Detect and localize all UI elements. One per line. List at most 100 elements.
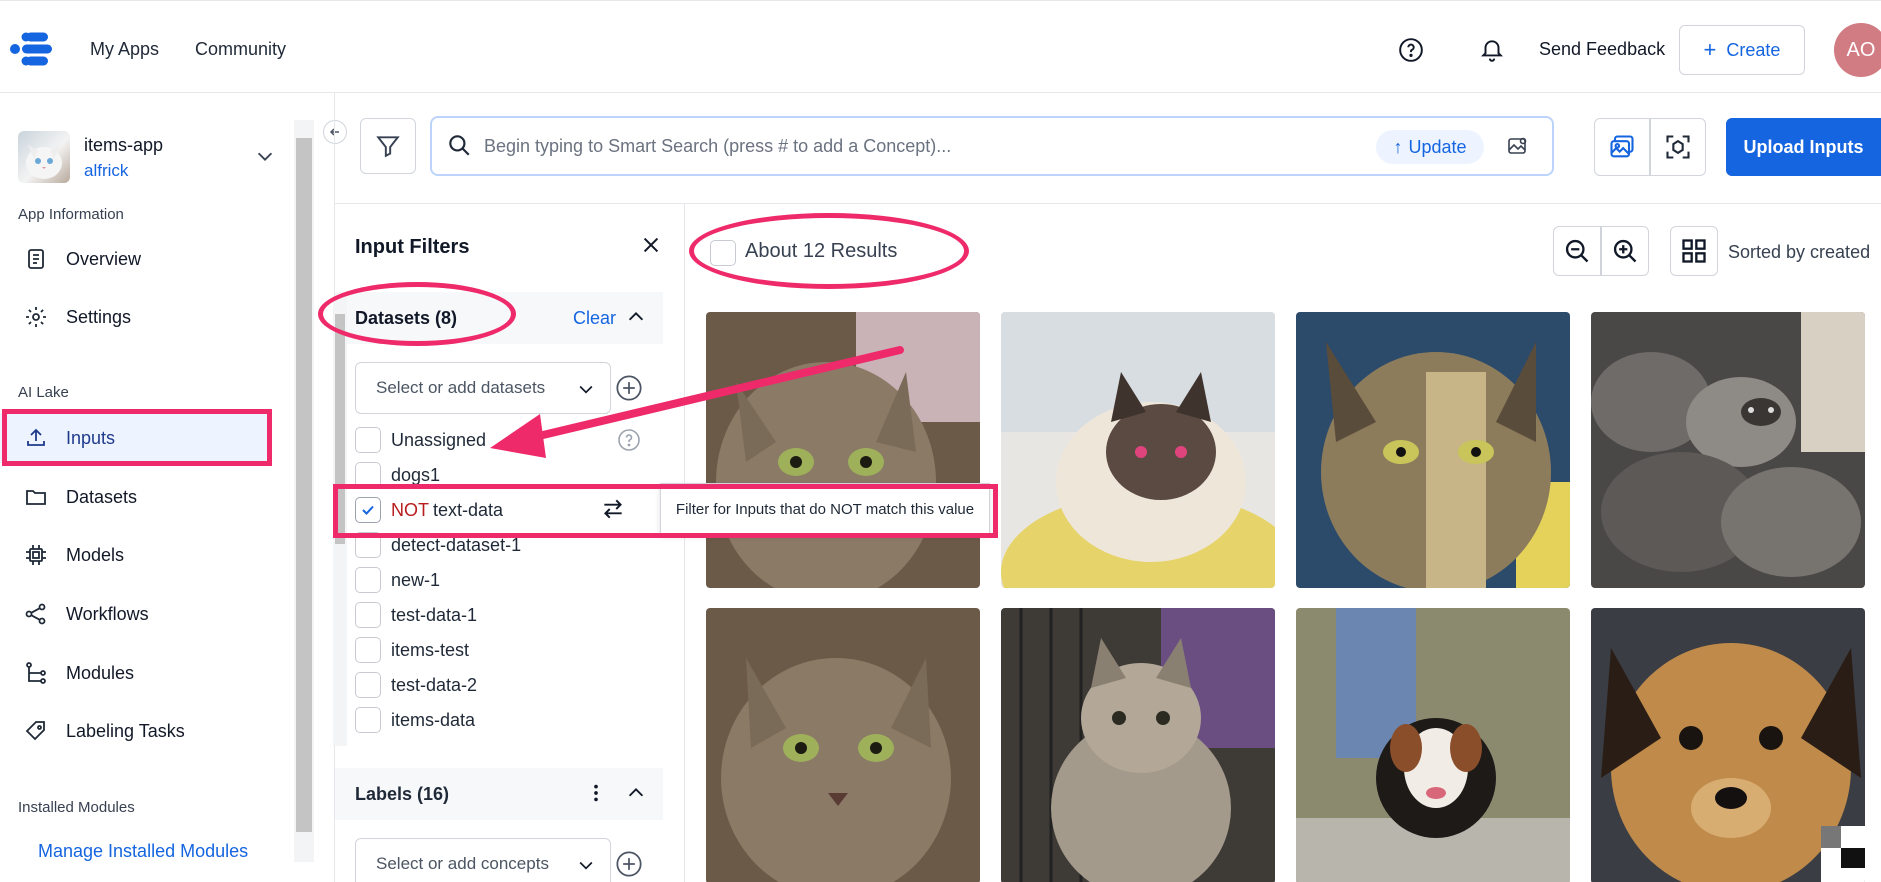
checkbox[interactable] (355, 707, 381, 733)
zoom-out-button[interactable] (1553, 226, 1601, 276)
notification-bell-icon[interactable] (1479, 37, 1505, 63)
annotation-ellipse-results (689, 213, 969, 289)
concepts-select-placeholder: Select or add concepts (376, 854, 549, 873)
grid-view-button[interactable] (1670, 226, 1718, 276)
image-gallery-button[interactable] (1594, 118, 1650, 176)
search-input[interactable] (484, 132, 1344, 160)
dataset-label: new-1 (391, 569, 441, 590)
clarifai-logo-icon[interactable] (8, 29, 54, 69)
sidebar-item-label: Models (66, 544, 125, 565)
object-detect-button[interactable] (1650, 118, 1706, 176)
app-name[interactable]: items-app (84, 135, 163, 156)
input-thumbnail[interactable] (1296, 312, 1570, 588)
filters-title: Input Filters (355, 236, 470, 258)
clear-datasets-link[interactable]: Clear (573, 308, 616, 329)
labels-section-header[interactable]: Labels (16) (335, 768, 663, 820)
dataset-label: test-data-2 (391, 674, 478, 695)
sidebar-item-label: Workflows (66, 603, 149, 624)
folder-icon (26, 490, 46, 505)
sidebar-item-label: Overview (66, 248, 142, 269)
filter-toggle-button[interactable] (360, 118, 416, 174)
checkbox[interactable] (355, 637, 381, 663)
avatar[interactable]: AO (1834, 23, 1881, 77)
sidebar-item-overview[interactable]: Overview (0, 234, 272, 284)
create-button[interactable]: + Create (1679, 25, 1805, 75)
dataset-label: items-data (391, 709, 476, 730)
input-thumbnail[interactable] (1296, 608, 1570, 882)
section-label-app-information: App Information (18, 206, 124, 223)
sidebar-item-datasets[interactable]: Datasets (0, 472, 272, 522)
document-icon (28, 249, 44, 269)
grid-icon (1682, 239, 1706, 263)
nav-community[interactable]: Community (195, 39, 286, 60)
zoom-out-icon (1565, 239, 1589, 263)
dataset-label: test-data-1 (391, 604, 478, 625)
checkbox[interactable] (355, 427, 381, 453)
annotation-box-not-filter (333, 484, 998, 538)
dataset-row-unassigned[interactable]: Unassigned (355, 425, 486, 455)
arrow-up-icon: ↑ (1393, 136, 1403, 157)
create-label: Create (1726, 39, 1781, 60)
dataset-row-new-1[interactable]: new-1 (355, 565, 440, 595)
checkbox[interactable] (355, 567, 381, 593)
labels-title: Labels (16) (355, 784, 450, 804)
nav-my-apps[interactable]: My Apps (90, 39, 159, 60)
arrow-left-icon (329, 128, 339, 136)
update-button[interactable]: ↑ Update (1376, 130, 1484, 164)
share-nodes-icon (25, 603, 46, 625)
tree-icon (26, 662, 46, 684)
image-search-icon[interactable] (1506, 134, 1530, 158)
annotation-box-inputs (2, 409, 272, 466)
images-icon (1610, 135, 1634, 158)
zoom-in-icon (1613, 239, 1637, 263)
section-label-ai-lake: AI Lake (18, 384, 69, 401)
sidebar-item-settings[interactable]: Settings (0, 292, 272, 342)
collapse-sidebar-button[interactable] (323, 120, 347, 144)
chevron-down-icon[interactable] (254, 145, 276, 167)
dataset-label: items-test (391, 639, 470, 660)
input-thumbnail[interactable] (1591, 312, 1865, 588)
dataset-row-items-data[interactable]: items-data (355, 705, 475, 735)
input-thumbnail[interactable] (1591, 608, 1865, 882)
sidebar-item-label: Settings (66, 306, 132, 327)
close-icon[interactable] (640, 234, 662, 256)
sidebar-item-labeling-tasks[interactable]: Labeling Tasks (0, 706, 272, 756)
sidebar: items-app alfrick App Information Overvi… (0, 93, 294, 882)
filter-funnel-icon (376, 136, 400, 158)
sidebar-item-workflows[interactable]: Workflows (0, 589, 272, 639)
concepts-select[interactable]: Select or add concepts (355, 838, 611, 882)
gear-icon (26, 307, 46, 327)
search-icon (449, 135, 470, 156)
checkbox[interactable] (355, 672, 381, 698)
app-owner-link[interactable]: alfrick (84, 161, 128, 181)
input-thumbnail[interactable] (706, 608, 980, 882)
annotation-arrow (490, 346, 904, 458)
section-label-installed-modules: Installed Modules (18, 799, 135, 816)
send-feedback-link[interactable]: Send Feedback (1539, 39, 1665, 60)
dataset-row-test-data-1[interactable]: test-data-1 (355, 600, 477, 630)
checkbox[interactable] (355, 602, 381, 628)
top-navigation-bar: My Apps Community Send Feedback + Create… (0, 0, 1881, 93)
input-thumbnail[interactable] (1001, 608, 1275, 882)
chevron-up-icon[interactable] (625, 306, 647, 328)
zoom-in-button[interactable] (1601, 226, 1649, 276)
add-concept-icon[interactable] (615, 850, 643, 878)
sidebar-item-models[interactable]: Models (0, 530, 272, 580)
sidebar-item-modules[interactable]: Modules (0, 648, 272, 698)
sidebar-item-label: Modules (66, 662, 135, 683)
chevron-down-icon (579, 861, 593, 870)
input-thumbnail[interactable] (1001, 312, 1275, 588)
update-label: Update (1408, 136, 1467, 157)
chevron-up-icon[interactable] (625, 782, 647, 804)
scan-object-icon (1666, 135, 1690, 159)
upload-inputs-button[interactable]: Upload Inputs (1726, 118, 1881, 176)
dataset-row-test-data-2[interactable]: test-data-2 (355, 670, 477, 700)
sidebar-scrollbar-thumb[interactable] (296, 138, 312, 832)
more-vertical-icon[interactable] (585, 782, 607, 804)
manage-installed-modules-link[interactable]: Manage Installed Modules (38, 841, 248, 862)
chip-icon (26, 545, 46, 565)
help-icon[interactable] (1398, 37, 1424, 63)
plus-icon: + (1703, 37, 1717, 62)
dataset-row-items-test[interactable]: items-test (355, 635, 469, 665)
sort-dropdown[interactable]: Sorted by created (1728, 242, 1870, 263)
